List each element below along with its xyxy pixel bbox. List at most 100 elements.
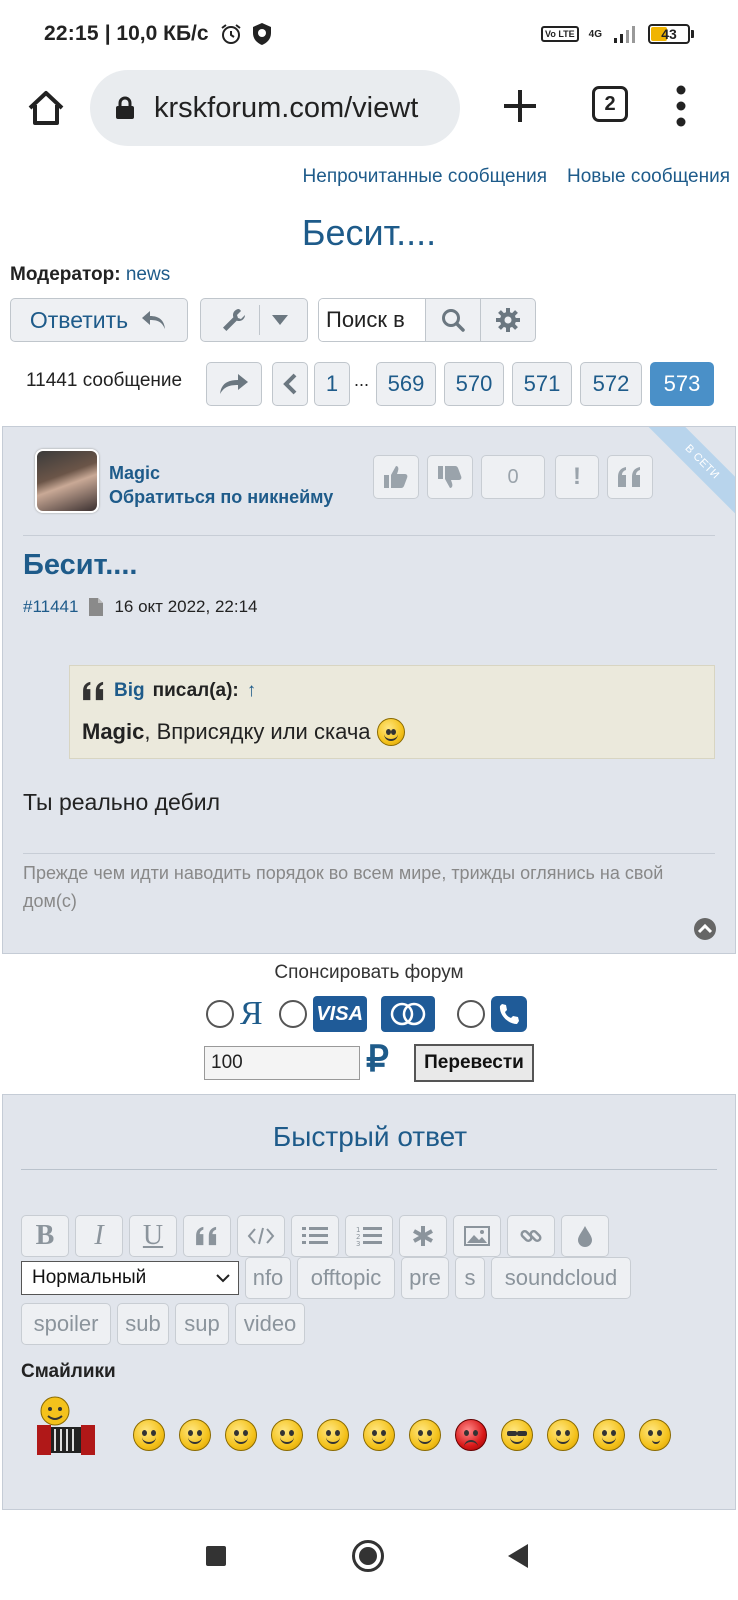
sponsor-title: Спонсировать форум xyxy=(274,962,464,983)
smiley-icon[interactable] xyxy=(409,1419,441,1451)
recents-icon[interactable] xyxy=(206,1546,226,1566)
like-button[interactable] xyxy=(373,455,419,499)
tag-pre-button[interactable]: pre xyxy=(401,1257,449,1299)
list-button[interactable] xyxy=(291,1215,339,1257)
underline-button[interactable]: U xyxy=(129,1215,177,1257)
amount-input[interactable]: 100 xyxy=(204,1046,360,1080)
tag-sub-button[interactable]: sub xyxy=(117,1303,169,1345)
angry-smiley-icon[interactable] xyxy=(455,1419,487,1451)
page-572[interactable]: 572 xyxy=(580,362,642,406)
smiley-icon[interactable] xyxy=(179,1419,211,1451)
topic-title[interactable]: Бесит.... xyxy=(0,212,738,254)
post-id-link[interactable]: #11441 xyxy=(23,597,78,617)
bold-button[interactable]: B xyxy=(21,1215,69,1257)
scroll-to-top-icon[interactable] xyxy=(693,917,717,941)
mastercard-logo xyxy=(380,996,435,1032)
page-569[interactable]: 569 xyxy=(376,362,436,406)
unread-messages-link[interactable]: Непрочитанные сообщения xyxy=(303,166,547,188)
chevron-down-icon xyxy=(216,1274,230,1283)
topic-tools-button[interactable] xyxy=(200,298,308,342)
quick-reply-title: Быстрый ответ xyxy=(272,1121,468,1152)
moderator-label: Модератор: xyxy=(10,264,121,285)
advanced-search-button[interactable] xyxy=(481,299,535,341)
cool-smiley-icon[interactable] xyxy=(501,1419,533,1451)
smiley-icon[interactable] xyxy=(271,1419,303,1451)
post-signature: Прежде чем идти наводить порядок во всем… xyxy=(23,863,664,911)
page-573-current[interactable]: 573 xyxy=(650,362,714,406)
new-messages-link[interactable]: Новые сообщения xyxy=(567,166,730,188)
smiley-icon[interactable] xyxy=(317,1419,349,1451)
battery-percent: 43 xyxy=(661,26,677,42)
numbered-list-button[interactable]: 123 xyxy=(345,1215,393,1257)
wrench-icon xyxy=(222,308,245,331)
phone-radio[interactable] xyxy=(456,1000,485,1028)
yandex-radio[interactable] xyxy=(206,1000,234,1028)
home-nav-icon[interactable] xyxy=(352,1540,384,1572)
home-icon[interactable] xyxy=(24,86,68,130)
color-button[interactable] xyxy=(561,1215,609,1257)
list-item-button[interactable] xyxy=(399,1215,447,1257)
reply-arrow-icon xyxy=(142,311,166,329)
list-icon xyxy=(302,1227,328,1244)
thumbs-up-icon xyxy=(384,466,408,488)
post-title[interactable]: Бесит.... xyxy=(23,549,137,582)
jump-to-page-button[interactable] xyxy=(206,362,262,406)
ruble-sign: ₽ xyxy=(366,1038,389,1079)
reply-button[interactable]: Ответить xyxy=(10,298,188,342)
tag-video-button[interactable]: video xyxy=(235,1303,305,1345)
image-button[interactable] xyxy=(453,1215,501,1257)
post-header-divider xyxy=(23,535,715,536)
smiley-icon xyxy=(376,718,405,746)
vpn-shield-icon xyxy=(252,23,271,45)
code-button[interactable] xyxy=(237,1215,285,1257)
quote-button[interactable] xyxy=(607,455,653,499)
smiley-icon[interactable] xyxy=(593,1419,625,1451)
smiley-icon[interactable] xyxy=(133,1419,165,1451)
search-button[interactable] xyxy=(426,299,481,341)
tab-switcher-button[interactable]: 2 xyxy=(592,86,628,122)
address-bar[interactable]: krskforum.com/viewt xyxy=(90,70,460,146)
document-icon xyxy=(89,598,104,616)
tag-spoiler-button[interactable]: spoiler xyxy=(21,1303,111,1345)
tag-nfo-button[interactable]: nfo xyxy=(245,1257,291,1299)
signal-icon xyxy=(614,26,635,43)
moderator-link[interactable]: news xyxy=(126,264,170,285)
image-icon xyxy=(464,1226,490,1246)
quick-links: Непрочитанные сообщения Новые сообщения xyxy=(303,166,730,188)
page-1[interactable]: 1 xyxy=(314,362,350,406)
tag-soundcloud-button[interactable]: soundcloud xyxy=(491,1257,631,1299)
quote-source-link[interactable]: ↑ xyxy=(247,680,257,702)
smiley-icon[interactable] xyxy=(639,1419,671,1451)
back-icon[interactable] xyxy=(508,1544,528,1568)
dislike-button[interactable] xyxy=(427,455,473,499)
tag-sup-button[interactable]: sup xyxy=(175,1303,229,1345)
previous-page-button[interactable] xyxy=(272,362,308,406)
report-button[interactable]: ! xyxy=(555,455,599,499)
smiley-icon[interactable] xyxy=(547,1419,579,1451)
new-tab-icon[interactable] xyxy=(500,86,540,126)
more-menu-icon[interactable] xyxy=(675,84,687,128)
page-570[interactable]: 570 xyxy=(444,362,504,406)
page-571[interactable]: 571 xyxy=(512,362,572,406)
card-radio[interactable] xyxy=(278,1000,307,1028)
yandex-logo: Я xyxy=(240,995,263,1032)
transfer-button[interactable]: Перевести xyxy=(414,1044,534,1082)
post-author[interactable]: Magic xyxy=(109,463,160,484)
lock-icon xyxy=(116,96,134,119)
italic-button[interactable]: I xyxy=(75,1215,123,1257)
quote-author[interactable]: Big xyxy=(114,680,145,702)
accordion-smiley-icon[interactable] xyxy=(33,1391,103,1463)
topic-search-input[interactable]: Поиск в xyxy=(319,299,427,341)
tag-offtopic-button[interactable]: offtopic xyxy=(297,1257,395,1299)
avatar[interactable] xyxy=(35,449,99,513)
quote-icon xyxy=(618,467,640,487)
post-date: 16 окт 2022, 22:14 xyxy=(114,597,258,616)
smiley-icon[interactable] xyxy=(225,1419,257,1451)
mention-author-link[interactable]: Обратиться по никнейму xyxy=(109,487,333,508)
tag-s-button[interactable]: s xyxy=(455,1257,485,1299)
font-size-select[interactable]: Нормальный xyxy=(21,1261,239,1295)
network-type: 4G xyxy=(588,28,602,40)
link-button[interactable] xyxy=(507,1215,555,1257)
quote-format-button[interactable] xyxy=(183,1215,231,1257)
smiley-icon[interactable] xyxy=(363,1419,395,1451)
